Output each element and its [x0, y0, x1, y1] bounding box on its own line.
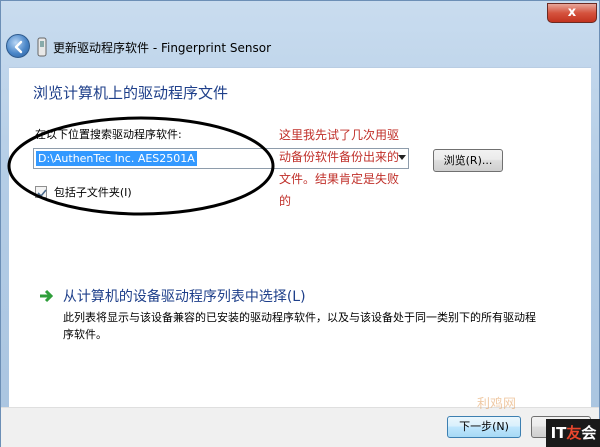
back-button[interactable]: [6, 34, 30, 58]
page-heading: 浏览计算机上的驱动程序文件: [33, 84, 229, 102]
next-button[interactable]: 下一步(N): [447, 416, 521, 438]
content-area: 浏览计算机上的驱动程序文件 在以下位置搜索驱动程序软件: D:\AuthenTe…: [7, 67, 591, 407]
dialog-footer: 下一步(N) 取消: [1, 407, 599, 447]
device-icon: [37, 37, 47, 57]
pick-from-list-description: 此列表将显示与该设备兼容的已安装的驱动程序软件，以及与该设备处于同一类别下的所有…: [63, 311, 536, 341]
logo-mid: 友: [566, 424, 582, 442]
site-logo: IT友会: [546, 419, 600, 447]
title-bar: x 更新驱动程序软件 - Fingerprint Sensor: [1, 1, 599, 63]
logo-right: 会: [581, 424, 597, 442]
driver-update-window: x 更新驱动程序软件 - Fingerprint Sensor 浏览计算机上的驱…: [0, 0, 600, 447]
pick-from-list-link[interactable]: 从计算机的设备驱动程序列表中选择(L): [39, 286, 306, 306]
browse-button[interactable]: 浏览(R)...: [433, 149, 503, 172]
annotation-ellipse: [7, 116, 275, 216]
logo-left: IT: [550, 424, 567, 442]
pick-from-list-title[interactable]: 从计算机的设备驱动程序列表中选择(L): [63, 289, 306, 305]
back-arrow-icon: [14, 40, 23, 54]
green-arrow-icon: [40, 289, 53, 303]
window-title: 更新驱动程序软件 - Fingerprint Sensor: [53, 41, 272, 55]
annotation-note: 这里我先试了几次用驱动备份软件备份出来的文件。结果肯定是失败的: [279, 128, 400, 208]
close-button[interactable]: x: [547, 3, 597, 23]
watermark-text: 利鸡网: [477, 397, 517, 412]
